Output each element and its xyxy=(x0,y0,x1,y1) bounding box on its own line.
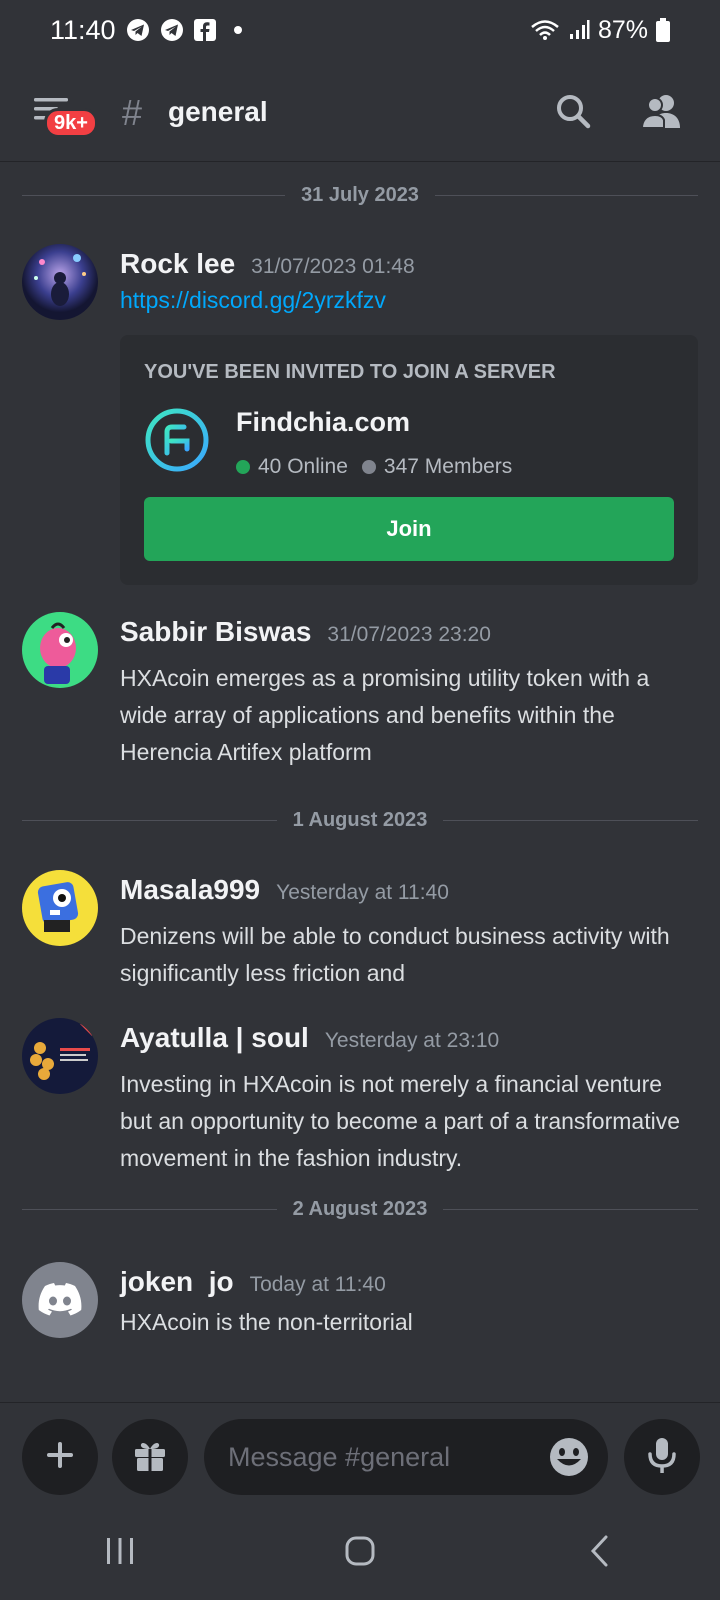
message-timestamp: 31/07/2023 23:20 xyxy=(327,623,491,646)
avatar[interactable] xyxy=(22,612,98,688)
back-button[interactable] xyxy=(560,1523,640,1583)
gift-button[interactable] xyxy=(112,1419,188,1495)
channel-hash-icon: # xyxy=(122,92,143,133)
telegram-icon xyxy=(160,18,184,42)
facebook-icon xyxy=(193,19,216,41)
voice-message-button[interactable] xyxy=(624,1419,700,1495)
server-invite-card: YOU'VE BEEN INVITED TO JOIN A SERVER Fin… xyxy=(120,335,698,585)
author-name[interactable]: Ayatulla | soul xyxy=(120,1022,309,1054)
message-composer: Message #general xyxy=(0,1402,720,1506)
menu-button[interactable]: 9k+ xyxy=(32,94,98,138)
status-bar-left: 11:40 xyxy=(50,15,242,46)
discord-logo-icon xyxy=(38,1282,82,1323)
date-divider-label: 1 August 2023 xyxy=(292,808,428,831)
home-icon xyxy=(344,1535,376,1572)
avatar[interactable] xyxy=(22,1018,98,1094)
message-header: Ayatulla | soul Yesterday at 23:10 xyxy=(120,1022,499,1054)
recent-apps-icon xyxy=(104,1536,136,1571)
plus-icon xyxy=(45,1440,75,1475)
invite-link[interactable]: https://discord.gg/2yrzkfzv xyxy=(120,287,386,313)
author-name[interactable]: Sabbir Biswas xyxy=(120,616,311,648)
wifi-icon xyxy=(530,18,560,42)
server-stats: 40 Online 347 Members xyxy=(236,455,512,479)
back-chevron-icon xyxy=(588,1534,612,1573)
message-timestamp: Today at 11:40 xyxy=(249,1273,386,1296)
discord-chat-screen: 11:40 87% 9k+ # general 31 July 2023 Roc… xyxy=(0,0,720,1600)
message-input-placeholder: Message #general xyxy=(228,1441,451,1472)
gift-icon xyxy=(132,1437,168,1478)
message-timestamp: 31/07/2023 01:48 xyxy=(251,255,415,278)
message-body: https://discord.gg/2yrzkfzv xyxy=(120,282,700,319)
status-bar-right: 87% xyxy=(530,16,670,45)
message-body: HXAcoin is the non-territorial xyxy=(120,1309,413,1335)
message-header: joken jo Today at 11:40 xyxy=(120,1266,386,1298)
avatar[interactable] xyxy=(22,870,98,946)
telegram-icon xyxy=(126,18,150,42)
message-header: Masala999 Yesterday at 11:40 xyxy=(120,874,449,906)
message-body: Investing in HXAcoin is not merely a fin… xyxy=(120,1071,680,1171)
date-divider: 1 August 2023 xyxy=(22,805,698,835)
avatar[interactable] xyxy=(22,244,98,320)
home-button[interactable] xyxy=(320,1523,400,1583)
signal-icon xyxy=(568,19,590,41)
avatar[interactable] xyxy=(22,1262,98,1338)
battery-percent: 87% xyxy=(597,15,648,44)
date-divider-label: 2 August 2023 xyxy=(292,1197,428,1220)
online-dot xyxy=(236,460,250,474)
search-icon[interactable] xyxy=(554,92,594,137)
battery-icon xyxy=(656,18,670,42)
date-divider: 31 July 2023 xyxy=(22,180,698,210)
message-header: Sabbir Biswas 31/07/2023 23:20 xyxy=(120,616,491,648)
members-dot xyxy=(361,460,376,474)
author-name[interactable]: joken jo xyxy=(120,1266,234,1298)
unread-badge: 9k+ xyxy=(44,108,98,138)
message-header: Rock lee 31/07/2023 01:48 xyxy=(120,248,415,280)
recent-apps-button[interactable] xyxy=(80,1523,160,1583)
message-timestamp: Yesterday at 11:40 xyxy=(276,881,449,904)
emoji-icon[interactable] xyxy=(548,1436,590,1485)
join-button[interactable]: Join xyxy=(144,497,674,561)
member-count: 347 Members xyxy=(383,455,513,478)
message-input[interactable]: Message #general xyxy=(204,1419,608,1495)
date-divider: 2 August 2023 xyxy=(22,1194,698,1224)
channel-title[interactable]: general xyxy=(168,96,268,128)
microphone-icon xyxy=(647,1436,677,1479)
members-icon[interactable] xyxy=(640,92,684,137)
author-name[interactable]: Rock lee xyxy=(120,248,235,280)
invite-heading: YOU'VE BEEN INVITED TO JOIN A SERVER xyxy=(144,361,556,383)
online-count: 40 Online xyxy=(258,455,348,478)
message-timestamp: Yesterday at 23:10 xyxy=(324,1029,500,1052)
message-body: Denizens will be able to conduct busines… xyxy=(120,923,670,986)
status-bar: 11:40 87% xyxy=(0,0,720,60)
add-attachment-button[interactable] xyxy=(22,1419,98,1495)
notification-dot xyxy=(233,26,242,34)
status-time: 11:40 xyxy=(50,14,116,45)
server-name: Findchia.com xyxy=(236,407,411,437)
system-nav-bar xyxy=(0,1506,720,1600)
channel-header: 9k+ # general xyxy=(0,72,720,162)
message-body: HXAcoin emerges as a promising utility t… xyxy=(120,665,650,765)
date-divider-label: 31 July 2023 xyxy=(301,183,419,206)
author-name[interactable]: Masala999 xyxy=(120,874,260,906)
server-icon xyxy=(144,407,210,473)
